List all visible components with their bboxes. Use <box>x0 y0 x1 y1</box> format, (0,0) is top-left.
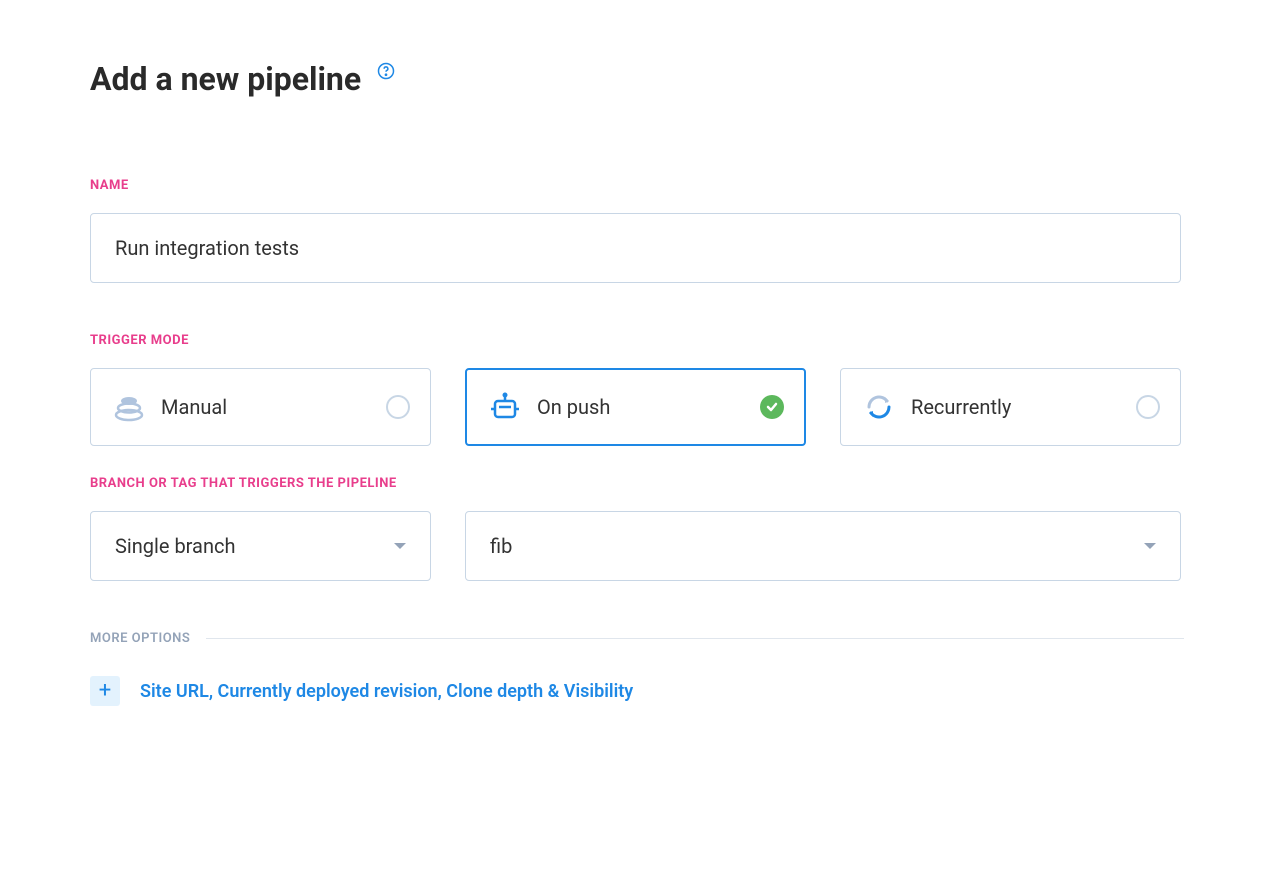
chevron-down-icon <box>1144 543 1156 549</box>
more-options-header: MORE OPTIONS <box>90 631 1184 646</box>
more-options-expand[interactable]: + Site URL, Currently deployed revision,… <box>90 676 1184 706</box>
page-title: Add a new pipeline <box>90 60 361 98</box>
select-value: Single branch <box>115 534 394 558</box>
more-options-text: Site URL, Currently deployed revision, C… <box>140 681 633 702</box>
help-icon[interactable] <box>377 62 395 80</box>
name-label: NAME <box>90 178 1184 193</box>
trigger-option-label: Recurrently <box>911 395 1136 419</box>
name-section: NAME <box>90 178 1184 283</box>
trigger-option-on-push[interactable]: On push <box>465 368 806 446</box>
trigger-mode-options: Manual On push <box>90 368 1184 446</box>
chevron-down-icon <box>394 543 406 549</box>
manual-icon <box>111 389 147 425</box>
check-icon <box>760 395 784 419</box>
branch-selects: Single branch fib <box>90 511 1184 581</box>
cycle-icon <box>861 389 897 425</box>
trigger-option-manual[interactable]: Manual <box>90 368 431 446</box>
trigger-option-label: Manual <box>161 395 386 419</box>
plus-icon: + <box>90 676 120 706</box>
robot-icon <box>487 389 523 425</box>
divider <box>206 638 1184 639</box>
branch-name-select[interactable]: fib <box>465 511 1181 581</box>
more-options-label: MORE OPTIONS <box>90 631 190 646</box>
branch-trigger-label: BRANCH OR TAG THAT TRIGGERS THE PIPELINE <box>90 476 1184 491</box>
radio-unchecked-icon <box>386 395 410 419</box>
branch-trigger-section: BRANCH OR TAG THAT TRIGGERS THE PIPELINE… <box>90 476 1184 581</box>
trigger-option-recurrently[interactable]: Recurrently <box>840 368 1181 446</box>
select-value: fib <box>490 534 1144 558</box>
trigger-mode-section: TRIGGER MODE Manual <box>90 333 1184 446</box>
branch-type-select[interactable]: Single branch <box>90 511 431 581</box>
trigger-option-label: On push <box>537 395 760 419</box>
trigger-mode-label: TRIGGER MODE <box>90 333 1184 348</box>
name-input[interactable] <box>90 213 1181 283</box>
page-header: Add a new pipeline <box>90 60 1184 98</box>
radio-unchecked-icon <box>1136 395 1160 419</box>
